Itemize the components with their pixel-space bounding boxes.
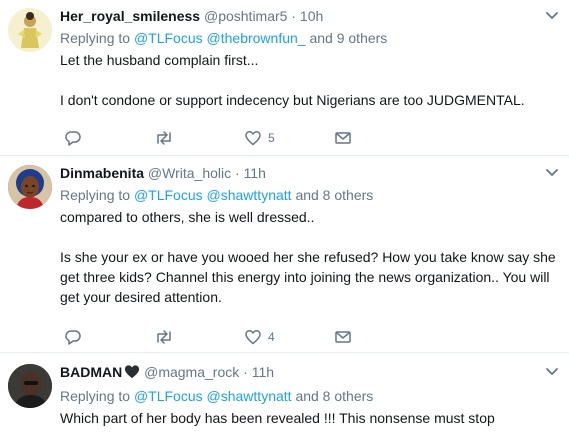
avatar-illustration <box>8 8 52 52</box>
tweet-paragraph: Let the husband complain first... <box>60 52 259 68</box>
replying-to: Replying to @TLFocus @shawttynatt and 8 … <box>60 386 559 406</box>
retweet-button[interactable] <box>154 129 244 147</box>
handle[interactable]: @magma_rock <box>144 364 239 380</box>
like-button[interactable]: 5 <box>244 129 334 147</box>
reply-button[interactable] <box>64 328 154 346</box>
mention-link[interactable]: @shawttynatt <box>207 388 292 404</box>
avatar-photo <box>8 165 52 209</box>
chevron-down-icon[interactable] <box>545 165 559 184</box>
like-count: 4 <box>268 330 275 344</box>
tweet-text: Let the husband complain first... I don'… <box>60 50 559 110</box>
display-name[interactable]: Her_royal_smileness <box>60 8 200 24</box>
avatar[interactable] <box>8 8 52 52</box>
tweet-3[interactable]: BADMAN @magma_rock · 11h Replying to @TL… <box>0 354 569 447</box>
tweet-paragraph: Which part of her body has been revealed… <box>60 410 495 426</box>
display-name[interactable]: Dinmabenita <box>60 165 144 181</box>
heart-icon <box>244 129 262 147</box>
retweet-button[interactable] <box>154 328 244 346</box>
tweet-1[interactable]: Her_royal_smileness @poshtimar5 · 10h Re… <box>0 0 569 156</box>
reply-icon <box>64 328 82 346</box>
tweet-paragraph: compared to others, she is well dressed.… <box>60 209 315 225</box>
others-link[interactable]: and 9 others <box>309 30 387 46</box>
timestamp[interactable]: 11h <box>244 165 266 181</box>
mention-link[interactable]: @TLFocus <box>134 187 203 203</box>
direct-message-button[interactable] <box>334 129 424 147</box>
replying-to: Replying to @TLFocus @shawttynatt and 8 … <box>60 185 559 205</box>
retweet-icon <box>154 129 174 147</box>
tweet-paragraph: I don't condone or support indecency but… <box>60 92 525 108</box>
tweet-actions: 5 <box>64 128 424 148</box>
heart-icon <box>244 328 262 346</box>
chevron-down-icon[interactable] <box>545 8 559 27</box>
timestamp[interactable]: 11h <box>252 364 274 380</box>
envelope-icon <box>334 129 352 147</box>
others-link[interactable]: and 8 others <box>295 388 373 404</box>
mention-link[interactable]: @thebrownfun_ <box>207 30 306 46</box>
avatar[interactable] <box>8 364 52 408</box>
retweet-icon <box>154 328 174 346</box>
avatar-photo <box>8 364 52 408</box>
like-count: 5 <box>268 131 275 145</box>
replying-prefix: Replying to <box>60 187 131 203</box>
tweet-header: Dinmabenita @Writa_holic · 11h <box>60 163 559 183</box>
avatar[interactable] <box>8 165 52 209</box>
tweet-2[interactable]: Dinmabenita @Writa_holic · 11h Replying … <box>0 157 569 353</box>
separator: · <box>235 165 240 181</box>
tweet-text: compared to others, she is well dressed.… <box>60 207 559 307</box>
direct-message-button[interactable] <box>334 328 424 346</box>
replying-to: Replying to @TLFocus @thebrownfun_ and 9… <box>60 28 559 48</box>
reply-button[interactable] <box>64 129 154 147</box>
tweet-text: Which part of her body has been revealed… <box>60 408 559 428</box>
reply-icon <box>64 129 82 147</box>
tweet-actions: 4 <box>64 327 424 347</box>
timestamp[interactable]: 10h <box>300 8 323 24</box>
display-name[interactable]: BADMAN <box>60 364 122 380</box>
separator: · <box>291 8 297 24</box>
replying-prefix: Replying to <box>60 30 131 46</box>
mention-link[interactable]: @shawttynatt <box>207 187 292 203</box>
tweet-header: BADMAN @magma_rock · 11h <box>60 362 559 384</box>
mention-link[interactable]: @TLFocus <box>134 30 203 46</box>
tweet-paragraph: Is she your ex or have you wooed her she… <box>60 249 556 305</box>
handle[interactable]: @Writa_holic <box>148 165 231 181</box>
like-button[interactable]: 4 <box>244 328 334 346</box>
others-link[interactable]: and 8 others <box>295 187 373 203</box>
mention-link[interactable]: @TLFocus <box>134 388 203 404</box>
separator: · <box>243 364 248 380</box>
reply-feed: Her_royal_smileness @poshtimar5 · 10h Re… <box>0 0 569 447</box>
black-heart-icon <box>124 364 140 384</box>
handle[interactable]: @poshtimar5 <box>204 8 287 24</box>
envelope-icon <box>334 328 352 346</box>
replying-prefix: Replying to <box>60 388 131 404</box>
tweet-header: Her_royal_smileness @poshtimar5 · 10h <box>60 6 559 26</box>
chevron-down-icon[interactable] <box>545 364 559 383</box>
